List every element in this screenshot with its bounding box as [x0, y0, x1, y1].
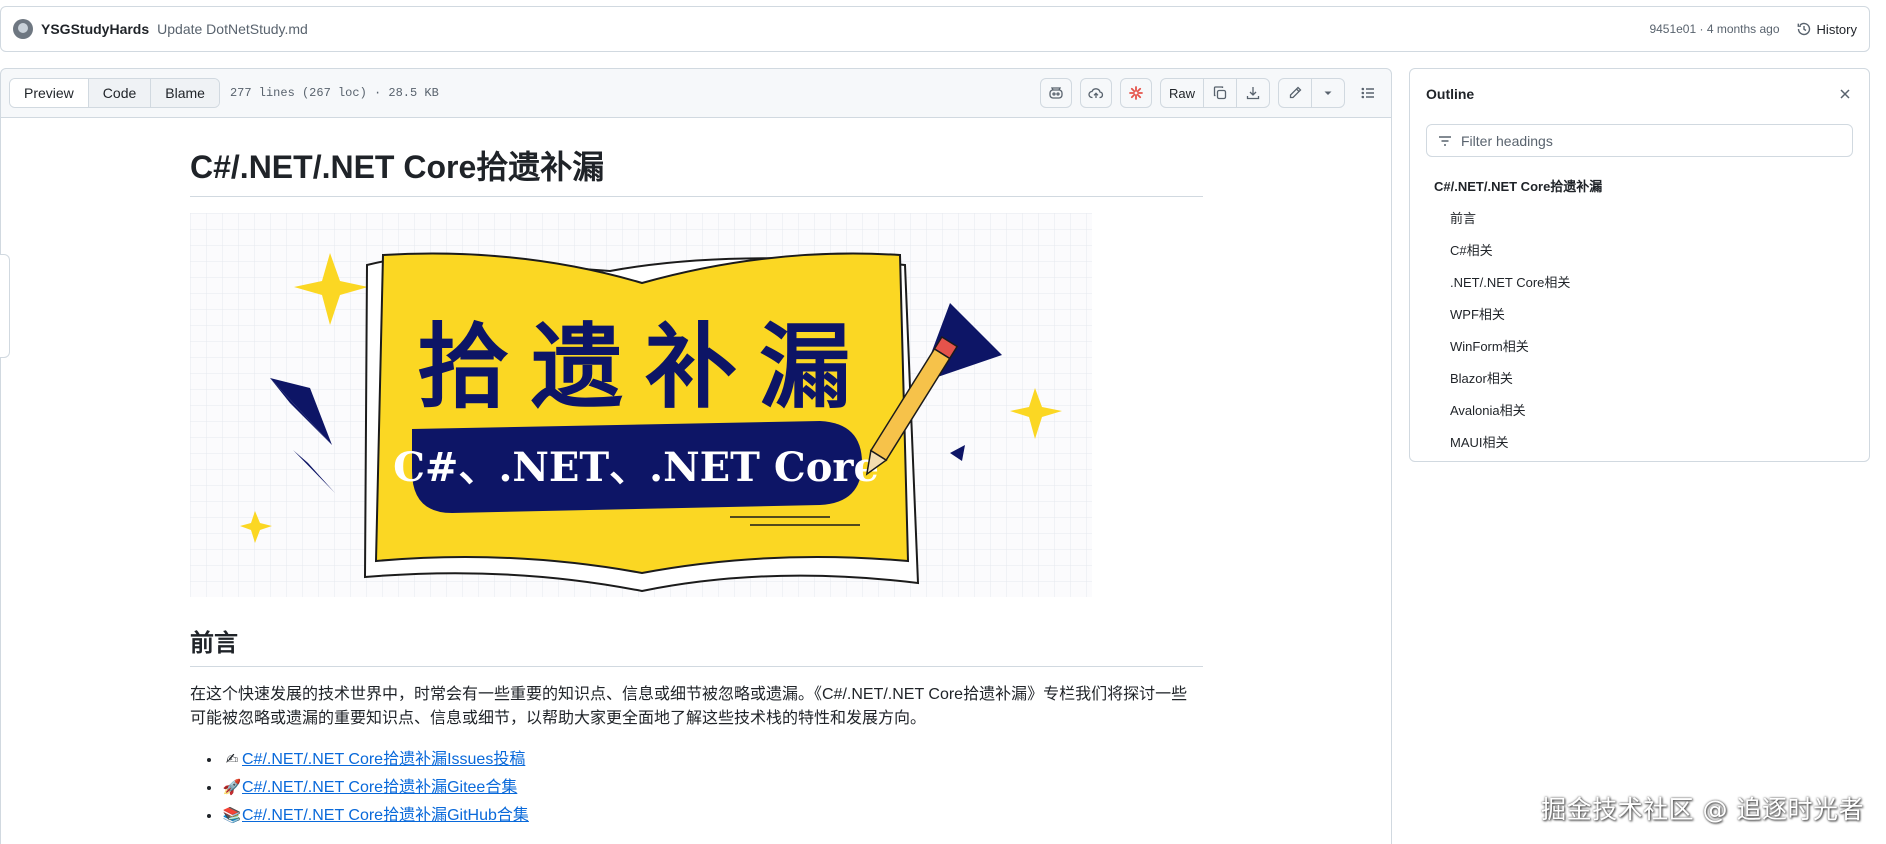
rocket-icon: 🚀	[222, 779, 242, 796]
gitee-link[interactable]: C#/.NET/.NET Core拾遗补漏Gitee合集	[242, 779, 517, 796]
commit-message[interactable]: Update DotNetStudy.md	[157, 21, 308, 37]
books-icon: 📚	[222, 807, 242, 824]
banner-subtitle: C#、.NET、.NET Core	[393, 444, 879, 491]
banner-illustration: 拾遗补漏 C#、.NET、.NET Core	[190, 213, 1092, 597]
outline-header: Outline	[1410, 69, 1869, 119]
outline-item[interactable]: Avalonia相关	[1434, 393, 1853, 425]
copy-icon	[1213, 86, 1227, 100]
codespace-button[interactable]	[1079, 78, 1112, 108]
list-item: ✍C#/.NET/.NET Core拾遗补漏Issues投稿	[222, 746, 1203, 774]
pencil-icon	[1289, 86, 1302, 99]
outline-list: C#/.NET/.NET Core拾遗补漏 前言 C#相关 .NET/.NET …	[1410, 169, 1869, 457]
sparkle-icon	[1129, 86, 1143, 100]
file-info: 277 lines (267 loc) · 28.5 KB	[229, 86, 439, 100]
commit-meta: 9451e01 · 4 months ago History	[1649, 21, 1857, 37]
extension-button[interactable]	[1119, 78, 1152, 108]
list-item: 📚C#/.NET/.NET Core拾遗补漏GitHub合集	[222, 802, 1203, 830]
copy-raw-button[interactable]	[1204, 79, 1237, 107]
outline-title: Outline	[1426, 86, 1475, 102]
preface-paragraph: 在这个快速发展的技术世界中，时常会有一些重要的知识点、信息或细节被忽略或遗漏。《…	[190, 686, 1188, 727]
raw-copy-download-group: Raw	[1159, 78, 1270, 108]
outline-panel: Outline C#/.NET/.NET Core拾遗补漏 前言 C#相关 .N…	[1409, 68, 1870, 462]
tab-preview[interactable]: Preview	[10, 79, 89, 107]
author-avatar[interactable]	[13, 19, 33, 39]
edit-button[interactable]	[1279, 79, 1312, 107]
watermark: 掘金技术社区 @ 追逐时光者	[1541, 795, 1864, 824]
cloud-upload-icon	[1088, 88, 1104, 99]
readme-title: C#/.NET/.NET Core拾遗补漏	[190, 147, 1203, 197]
section-title-preface: 前言	[190, 629, 1203, 667]
commit-author[interactable]: YSGStudyHards	[41, 21, 149, 37]
history-label: History	[1816, 21, 1857, 37]
triangle-down-icon	[1324, 91, 1332, 95]
history-button[interactable]: History	[1796, 21, 1857, 37]
outline-item[interactable]: C#相关	[1434, 233, 1853, 265]
commit-sha-time[interactable]: 9451e01 · 4 months ago	[1649, 22, 1779, 36]
download-icon	[1246, 87, 1260, 100]
filter-headings-field	[1426, 124, 1853, 157]
raw-button[interactable]: Raw	[1161, 79, 1204, 107]
markdown-body: C#/.NET/.NET Core拾遗补漏 拾遗补漏 C#、.NET、.NET …	[190, 118, 1203, 830]
github-link[interactable]: C#/.NET/.NET Core拾遗补漏GitHub合集	[242, 807, 529, 824]
tab-blame[interactable]: Blame	[151, 79, 219, 107]
edit-dropdown-button[interactable]	[1312, 79, 1344, 107]
banner-image: 拾遗补漏 C#、.NET、.NET Core	[190, 213, 1092, 597]
writing-hand-icon: ✍	[225, 751, 239, 768]
file-actions: Raw	[1039, 78, 1383, 108]
outline-item[interactable]: 前言	[1434, 201, 1853, 233]
link-list: ✍C#/.NET/.NET Core拾遗补漏Issues投稿 🚀C#/.NET/…	[190, 746, 1203, 830]
copilot-button[interactable]	[1039, 78, 1072, 108]
close-icon[interactable]	[1837, 86, 1853, 102]
outline-item[interactable]: Blazor相关	[1434, 361, 1853, 393]
history-icon	[1797, 22, 1810, 36]
outline-toggle-button[interactable]	[1353, 78, 1383, 108]
outline-item[interactable]: C#/.NET/.NET Core拾遗补漏	[1434, 169, 1853, 201]
outline-item[interactable]: .NET/.NET Core相关	[1434, 265, 1853, 297]
filter-headings-input[interactable]	[1461, 132, 1842, 149]
download-button[interactable]	[1237, 79, 1269, 107]
latest-commit-bar: YSGStudyHards Update DotNetStudy.md 9451…	[0, 6, 1870, 52]
side-panel-handle[interactable]	[0, 254, 10, 358]
view-mode-toggle: Preview Code Blame	[9, 78, 220, 108]
banner-headline: 拾遗补漏	[417, 313, 873, 421]
issues-link[interactable]: C#/.NET/.NET Core拾遗补漏Issues投稿	[242, 751, 525, 768]
tab-code[interactable]: Code	[88, 79, 152, 107]
edit-group	[1278, 78, 1345, 108]
file-header: Preview Code Blame 277 lines (267 loc) ·…	[0, 68, 1392, 118]
outline-item[interactable]: WPF相关	[1434, 297, 1853, 329]
outline-item[interactable]: MAUI相关	[1434, 425, 1853, 457]
list-unordered-icon	[1361, 87, 1374, 99]
copilot-icon	[1049, 87, 1063, 99]
outline-item[interactable]: WinForm相关	[1434, 329, 1853, 361]
list-item: 🚀C#/.NET/.NET Core拾遗补漏Gitee合集	[222, 774, 1203, 802]
file-content: C#/.NET/.NET Core拾遗补漏 拾遗补漏 C#、.NET、.NET …	[0, 118, 1392, 844]
filter-icon	[1439, 135, 1451, 146]
